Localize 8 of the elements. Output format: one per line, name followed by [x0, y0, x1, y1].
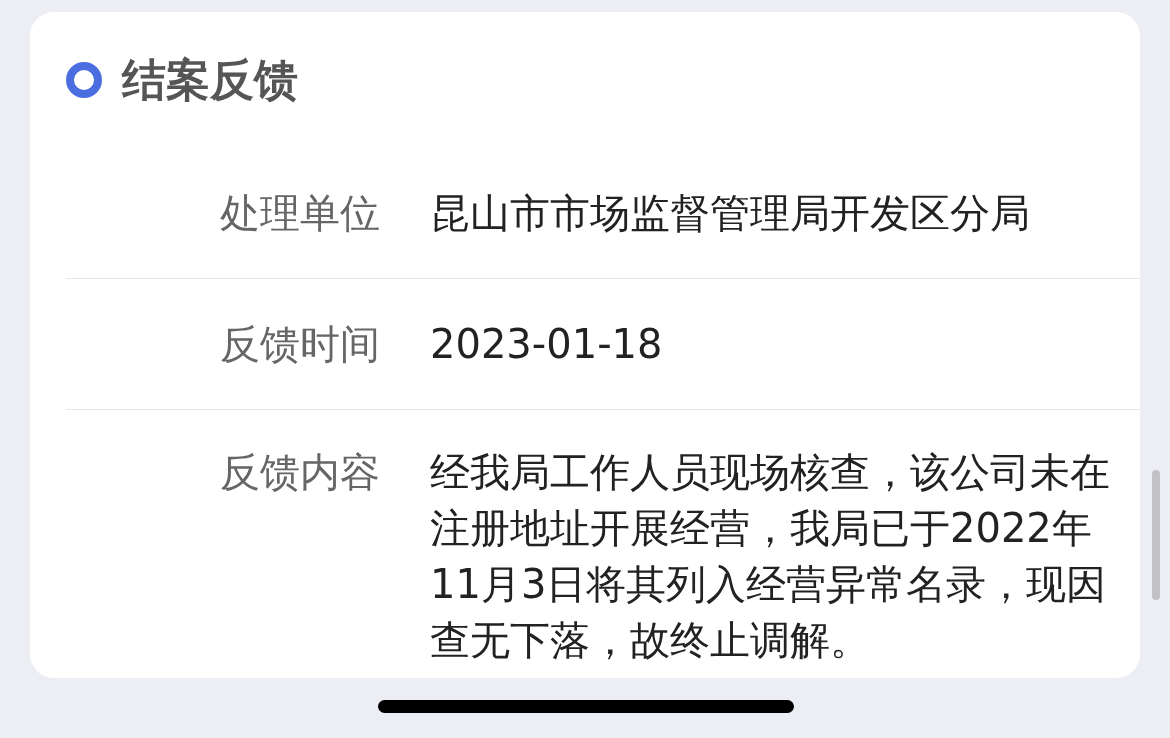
field-label: 处理单位	[219, 189, 380, 238]
field-label: 反馈时间	[219, 320, 380, 369]
field-value: 经我局工作人员现场核查，该公司未在注册地址开展经营，我局已于2022年11月3日将其列入经营异常名录，现因查无下落，故终止调解。	[430, 448, 1110, 665]
field-value: 昆山市市场监督管理局开发区分局	[430, 189, 1031, 238]
section-title: 结案反馈	[122, 53, 298, 107]
ring-icon	[66, 62, 102, 98]
field-label: 反馈内容	[219, 448, 380, 497]
field-value: 2023-01-18	[430, 320, 664, 369]
